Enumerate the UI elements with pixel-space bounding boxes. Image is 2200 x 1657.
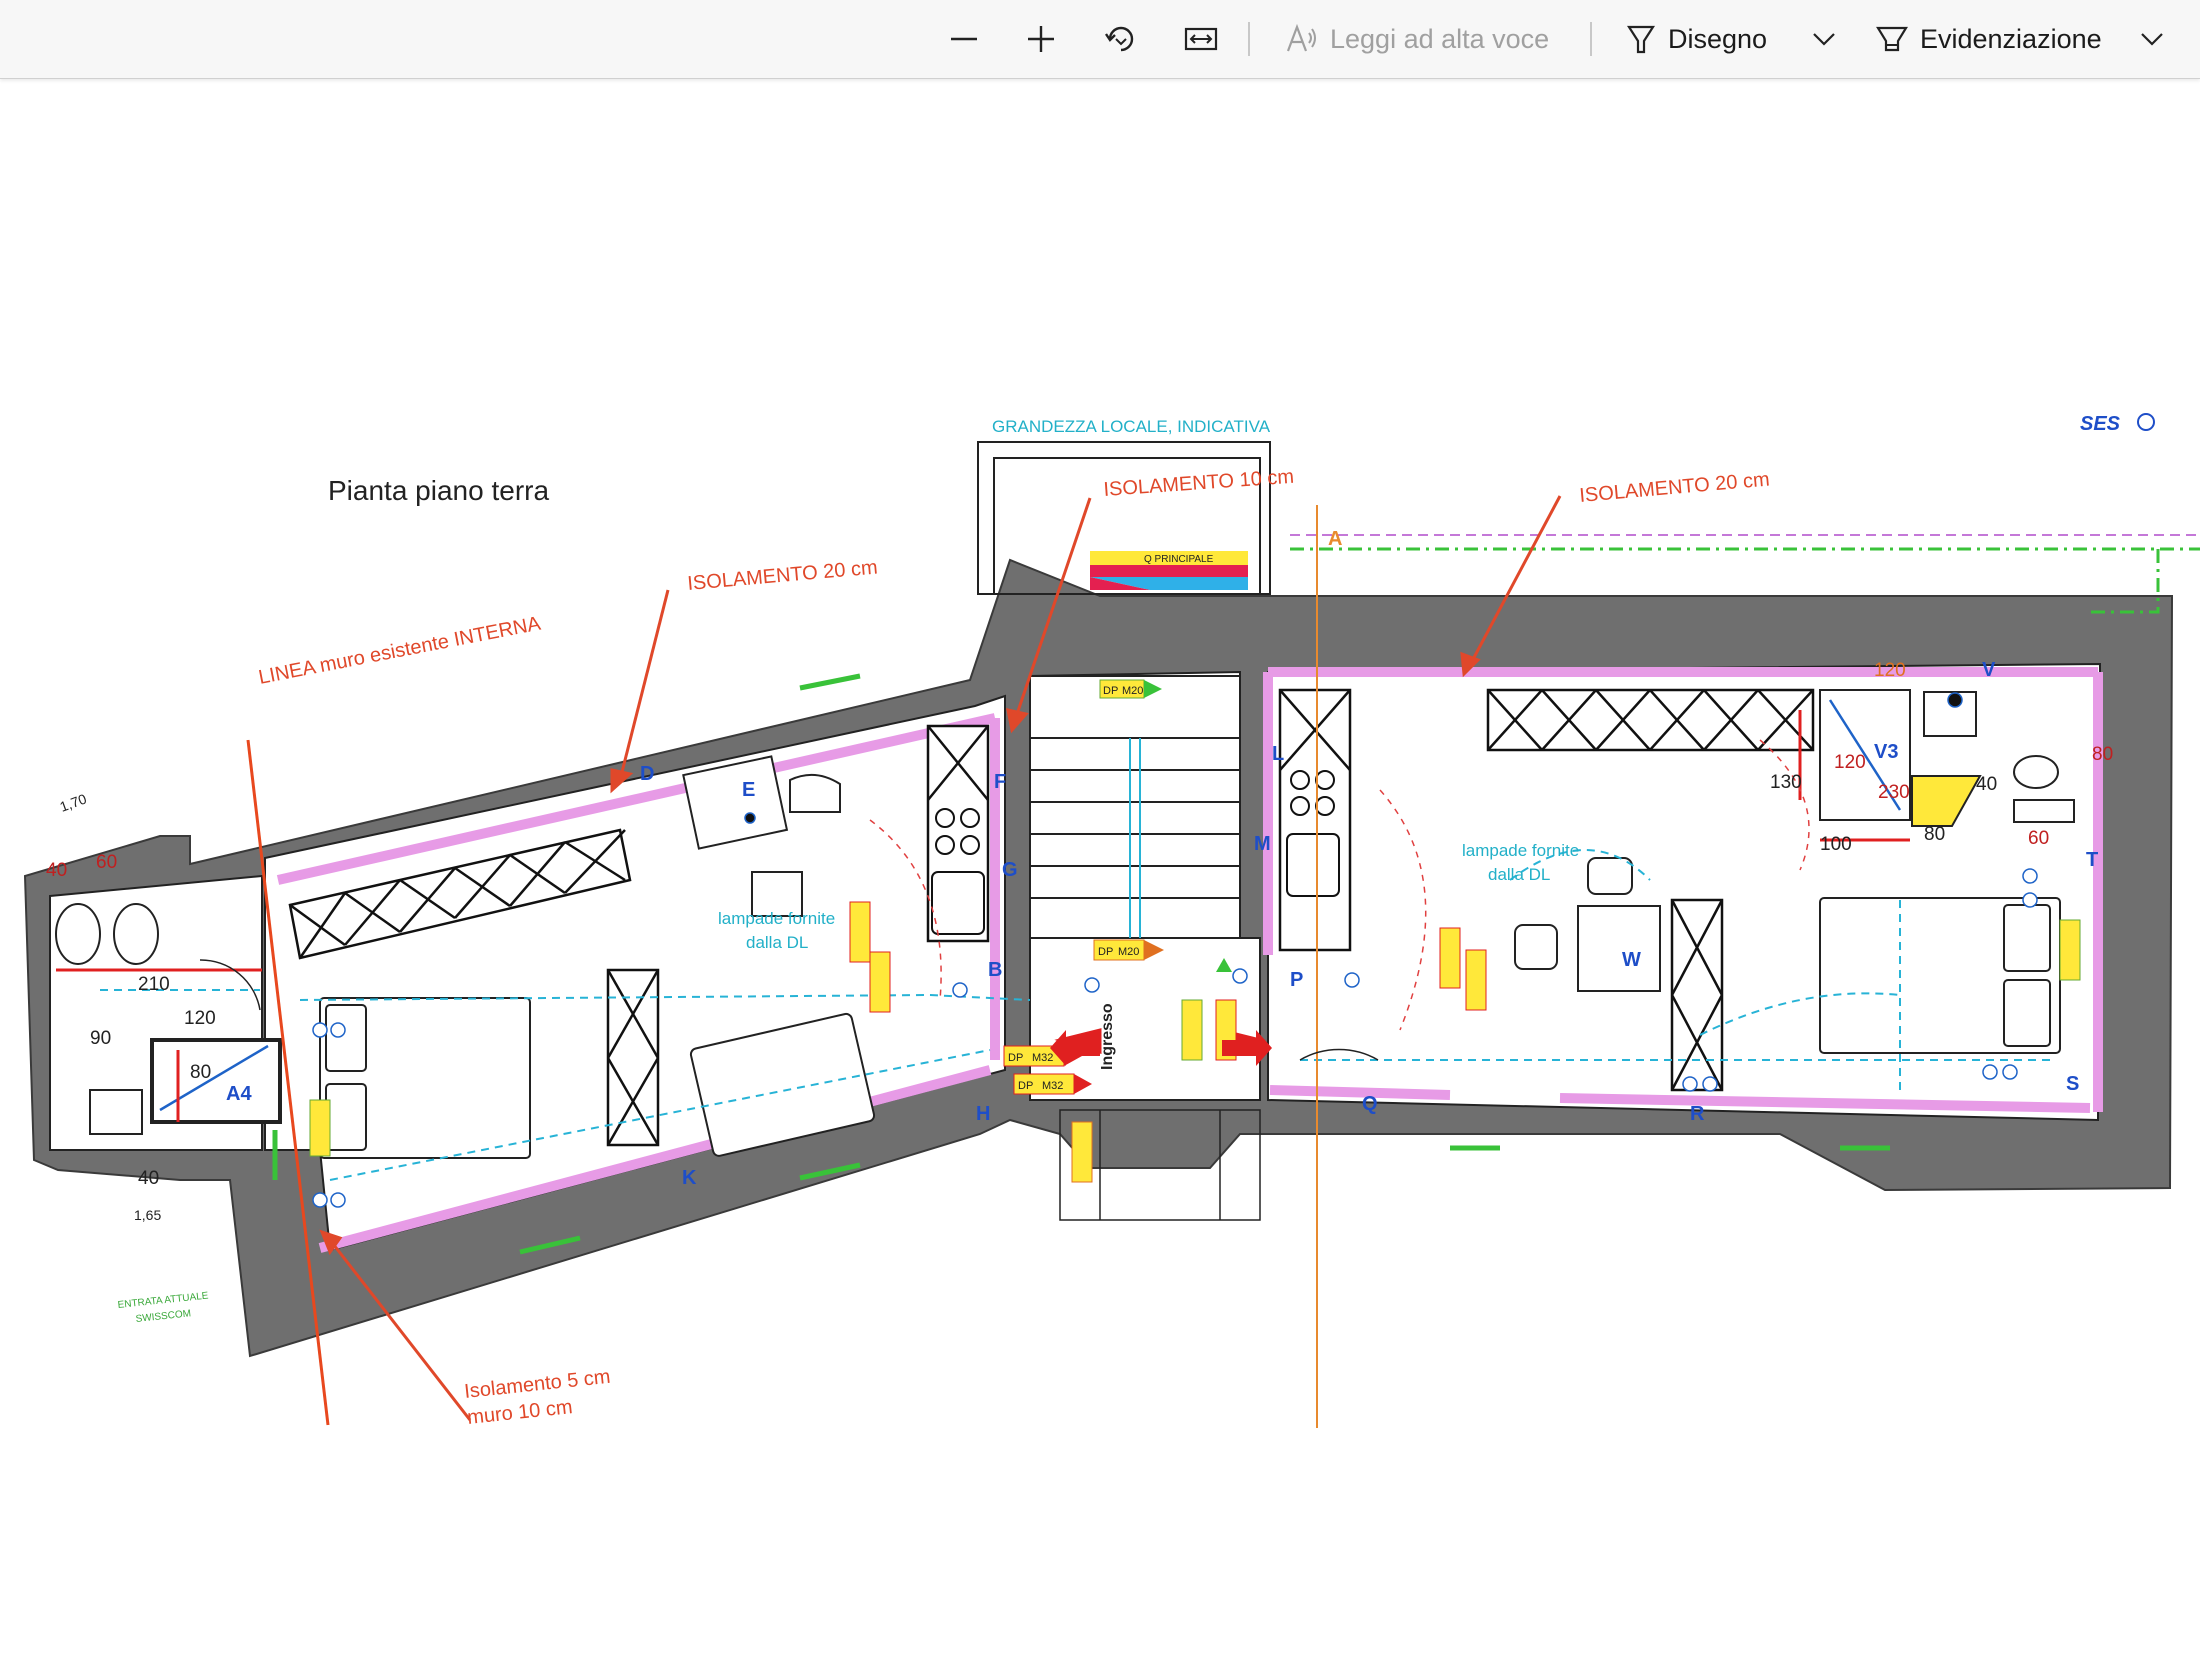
highlight-button[interactable]: Evidenziazione	[1874, 14, 2102, 64]
fit-width-icon	[1184, 27, 1218, 51]
marker-w: W	[1622, 949, 1641, 971]
dim-80c: 80	[2092, 744, 2113, 765]
highlight-label: Evidenziazione	[1920, 23, 2102, 54]
highlighter-icon	[1876, 26, 1908, 52]
tag-dp4: DP	[1018, 1080, 1033, 1092]
marker-d: D	[640, 763, 654, 785]
marker-v3: V3	[1874, 741, 1898, 763]
marker-g: G	[1002, 859, 1018, 881]
company-logo: SES	[2080, 413, 2155, 435]
logo-text: SES	[2080, 413, 2121, 435]
plan-title: Pianta piano terra	[328, 475, 549, 506]
draw-button[interactable]: Disegno	[1624, 14, 1767, 64]
dim-120a: 120	[184, 1008, 216, 1029]
toolbar-separator	[1248, 22, 1250, 56]
marker-p: P	[1290, 969, 1303, 991]
tag-m3: M32	[1032, 1052, 1053, 1064]
marker-e: E	[742, 779, 755, 801]
dim-230: 230	[1878, 782, 1910, 803]
highlight-dropdown-button[interactable]	[2134, 14, 2170, 64]
insulation-10-label: ISOLAMENTO 10 cm	[1103, 466, 1295, 501]
marker-k: K	[682, 1167, 697, 1189]
read-aloud-icon	[1286, 23, 1316, 52]
document-page: Pianta piano terra GRANDEZZA LOCALE, IND…	[0, 92, 2200, 1652]
marker-a: A	[1328, 528, 1342, 550]
room-size-label: GRANDEZZA LOCALE, INDICATIVA	[992, 417, 1271, 436]
entrata-label-1: ENTRATA ATTUALE	[117, 1290, 209, 1310]
marker-a4: A4	[226, 1083, 252, 1105]
marker-q: Q	[1362, 1093, 1378, 1115]
rotate-icon	[1105, 26, 1134, 52]
chevron-down-icon	[2141, 33, 2163, 46]
lamps-left-line1: lampade fornite	[718, 909, 835, 928]
read-aloud-label: Leggi ad alta voce	[1330, 23, 1550, 54]
dim-165: 1,65	[134, 1207, 161, 1223]
insulation-5-label: Isolamento 5 cm	[463, 1366, 611, 1403]
entrance-label: Ingresso	[1099, 1003, 1116, 1070]
lamps-left-line2: dalla DL	[746, 933, 808, 952]
rotate-button[interactable]	[1100, 14, 1142, 64]
minus-icon	[951, 37, 977, 41]
marker-m: M	[1254, 833, 1271, 855]
marker-l: L	[1272, 743, 1284, 765]
dim-130: 130	[1770, 772, 1802, 793]
tag-m4: M32	[1042, 1080, 1063, 1092]
floor-plan-drawing: Pianta piano terra GRANDEZZA LOCALE, IND…	[23, 413, 2200, 1429]
marker-h: H	[976, 1103, 990, 1125]
dim-90: 90	[90, 1028, 111, 1049]
dim-60: 60	[96, 852, 117, 873]
insulation-20-left-label: ISOLAMENTO 20 cm	[687, 556, 879, 595]
draw-dropdown-button[interactable]	[1806, 14, 1842, 64]
tag-dp2: DP	[1098, 946, 1113, 958]
marker-s: S	[2066, 1073, 2079, 1095]
dim-40b: 40	[138, 1168, 159, 1189]
main-panel-label: Q PRINCIPALE	[1144, 554, 1214, 565]
dim-210: 210	[138, 974, 170, 995]
toolbar-separator	[1590, 22, 1592, 56]
dim-40c: 40	[1976, 774, 1997, 795]
dim-80a: 80	[190, 1062, 211, 1083]
pdf-toolbar: Leggi ad alta voce Disegno Evidenziazion…	[0, 0, 2200, 79]
dim-60b: 60	[2028, 828, 2049, 849]
marker-r: R	[1690, 1103, 1705, 1125]
tag-m2: M20	[1118, 946, 1139, 958]
read-aloud-button[interactable]: Leggi ad alta voce	[1284, 14, 1549, 64]
dim-100: 100	[1820, 834, 1852, 855]
fit-width-button[interactable]	[1180, 14, 1222, 64]
entrata-label-2: SWISSCOM	[135, 1308, 191, 1325]
zoom-out-button[interactable]	[944, 14, 984, 64]
internal-wall-label: LINEA muro esistente INTERNA	[257, 612, 543, 688]
dim-40a: 40	[46, 860, 67, 881]
plus-icon	[1028, 26, 1054, 52]
marker-b: B	[988, 959, 1002, 981]
tag-dp1: DP	[1103, 685, 1118, 697]
lamps-right-line2: dalla DL	[1488, 865, 1550, 884]
draw-label: Disegno	[1668, 23, 1768, 54]
dim-120b: 120	[1874, 660, 1906, 681]
tag-dp3: DP	[1008, 1052, 1023, 1064]
lamps-right-line1: lampade fornite	[1462, 841, 1579, 860]
tag-m1: M20	[1122, 685, 1143, 697]
zoom-in-button[interactable]	[1021, 14, 1061, 64]
dim-170: 1,70	[58, 790, 89, 814]
marker-t: T	[2086, 849, 2098, 871]
marker-f: F	[994, 771, 1006, 793]
chevron-down-icon	[1813, 33, 1835, 46]
dim-80b: 80	[1924, 824, 1945, 845]
draw-pen-icon	[1626, 25, 1656, 54]
insulation-20-right-label: ISOLAMENTO 20 cm	[1579, 468, 1771, 507]
marker-v: V	[1982, 659, 1996, 681]
dim-120c: 120	[1834, 752, 1866, 773]
logo-seal-icon	[2137, 413, 2155, 431]
